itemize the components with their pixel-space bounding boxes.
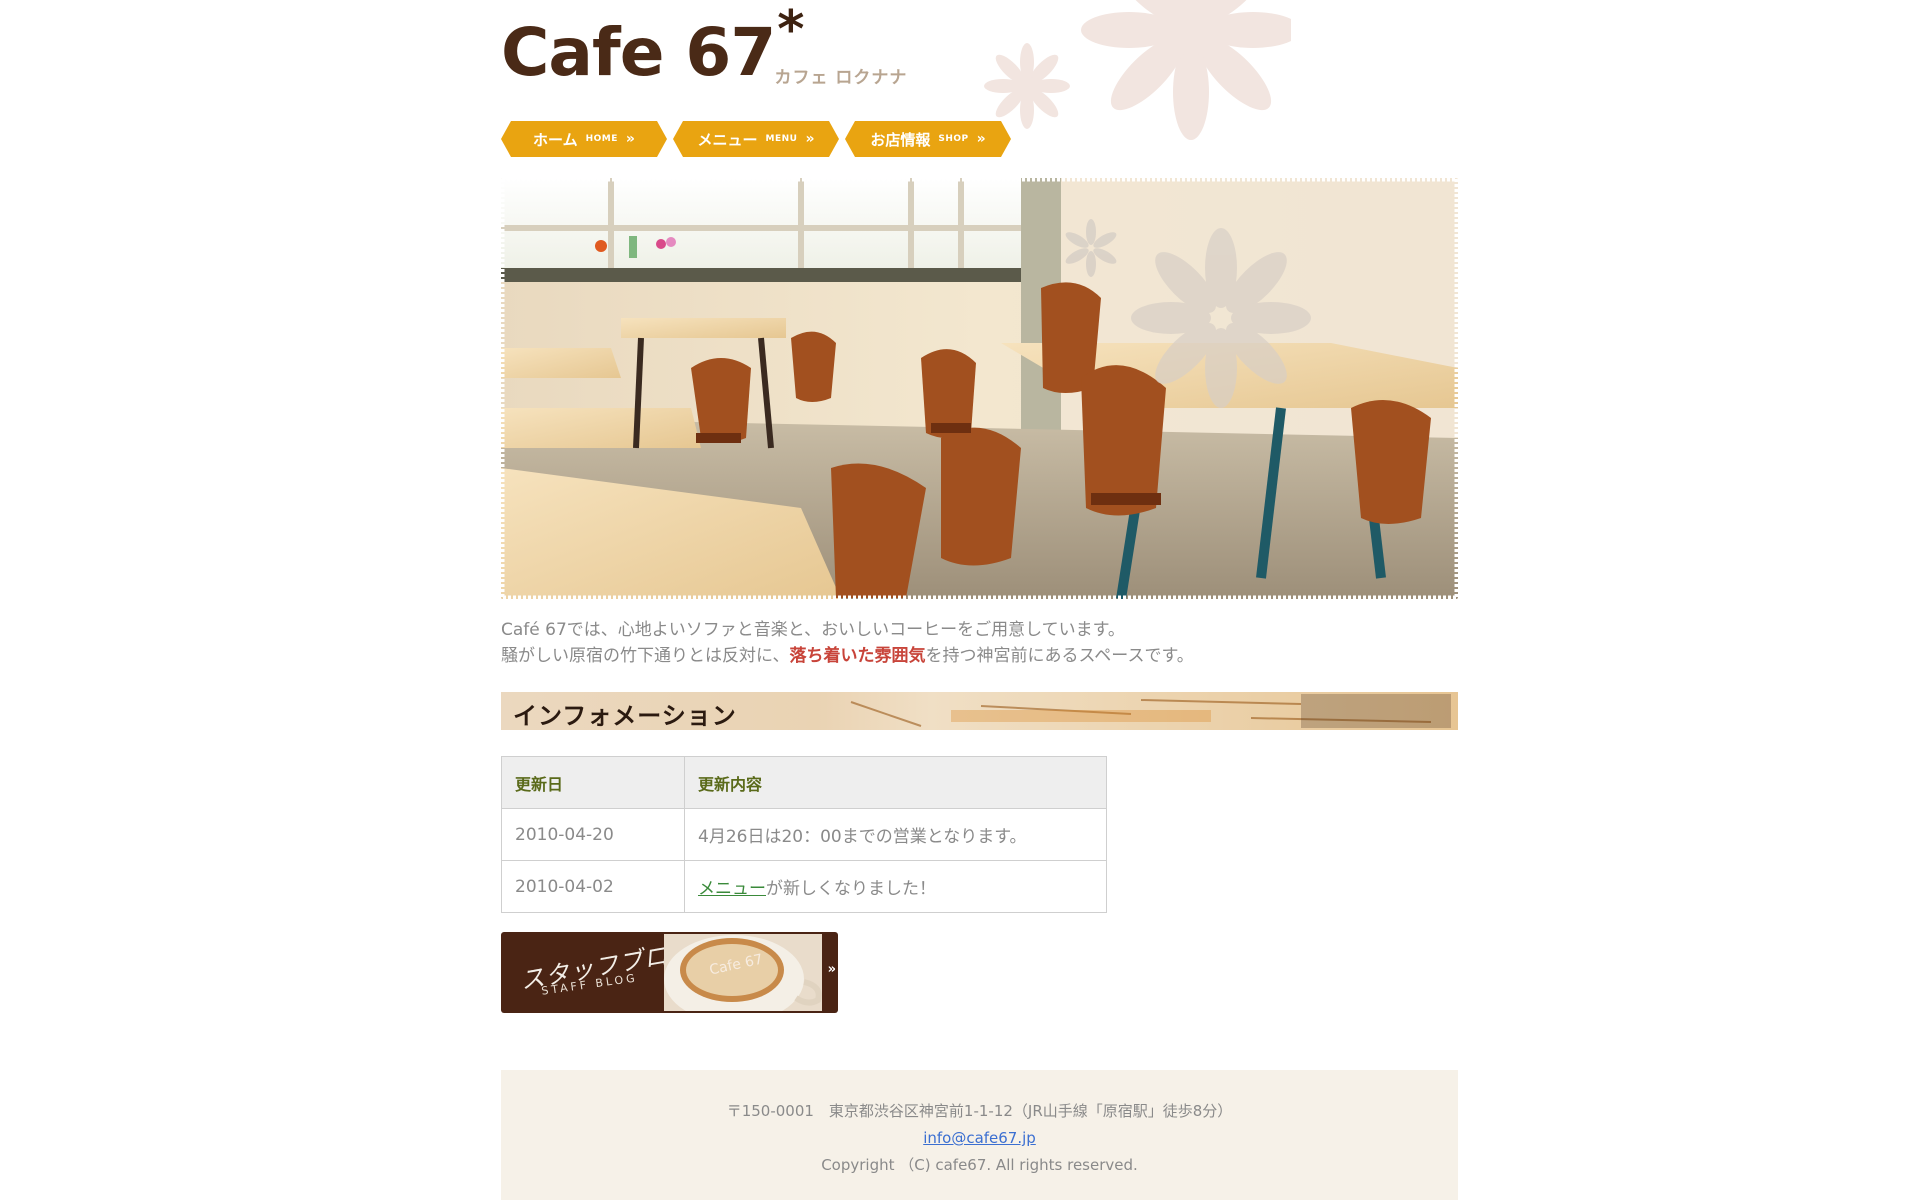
row-content: メニューが新しくなりました！	[684, 860, 1107, 913]
intro-line-2-start: 騒がしい原宿の竹下通りとは反対に、	[501, 646, 790, 666]
header-content: 更新内容	[684, 756, 1107, 809]
footer-address: 〒150-0001 東京都渋谷区神宮前1-1-12（JR山手線「原宿駅」徒歩8分…	[726, 1102, 1233, 1120]
row-content: 4月26日は20：00までの営業となります。	[684, 808, 1107, 861]
nav-home-button[interactable]: ホーム HOME »	[501, 121, 667, 157]
intro-text: Café 67では、心地よいソファと音楽と、おいしいコーヒーをご用意しています。…	[501, 617, 1458, 669]
header: Cafe 67 * カフェ ロクナナ ホーム HOME » メニュー MENU …	[501, 0, 1458, 170]
nav-shop-label-en: SHOP	[938, 134, 969, 144]
intro-line-2: 騒がしい原宿の竹下通りとは反対に、落ち着いた雰囲気を持つ神宮前にあるスペースです…	[501, 643, 1458, 669]
nav-menu-label-en: MENU	[765, 134, 798, 144]
logo[interactable]: Cafe 67 * カフェ ロクナナ	[501, 4, 908, 91]
footer: 〒150-0001 東京都渋谷区神宮前1-1-12（JR山手線「原宿駅」徒歩8分…	[501, 1070, 1458, 1200]
latte-cup-icon: Cafe 67	[664, 934, 822, 1011]
hero-image	[501, 178, 1458, 599]
double-chevron-right-icon: »	[805, 131, 815, 147]
intro-line-2-end: を持つ神宮前にあるスペースです。	[925, 646, 1194, 666]
nav-shop-label: お店情報	[870, 130, 931, 149]
table-header-row: 更新日 更新内容	[501, 756, 1107, 809]
information-heading: インフォメーション	[501, 692, 1458, 730]
header-date: 更新日	[501, 756, 685, 809]
double-chevron-right-icon: »	[625, 131, 635, 147]
row-content-text: が新しくなりました！	[766, 879, 936, 899]
double-chevron-right-icon: »	[827, 962, 836, 977]
information-table: 更新日 更新内容 2010-04-20 4月26日は20：00までの営業となりま…	[501, 756, 1107, 913]
nav-shop-button[interactable]: お店情報 SHOP »	[845, 121, 1011, 157]
footer-copyright: Copyright （C) cafe67. All rights reserve…	[821, 1156, 1138, 1174]
table-row: 2010-04-20 4月26日は20：00までの営業となります。	[501, 808, 1107, 861]
latte-photo: Cafe 67	[664, 934, 822, 1011]
menu-link[interactable]: メニュー	[698, 879, 766, 899]
main-nav: ホーム HOME » メニュー MENU » お店情報 SHOP »	[501, 121, 1011, 157]
intro-accent: 落ち着いた雰囲気	[789, 646, 926, 666]
cafe-interior-photo	[501, 178, 1458, 599]
table-row: 2010-04-02 メニューが新しくなりました！	[501, 860, 1107, 913]
information-title: インフォメーション	[513, 702, 737, 730]
flower-decoration-icon	[984, 0, 1291, 140]
logo-subtitle: カフェ ロクナナ	[774, 68, 908, 88]
staff-blog-banner[interactable]: スタッフブログ STAFF BLOG Cafe 67 »	[501, 932, 838, 1013]
row-date: 2010-04-20	[501, 808, 685, 861]
footer-email-link[interactable]: info@cafe67.jp	[923, 1129, 1036, 1147]
row-date: 2010-04-02	[501, 860, 685, 913]
wood-texture-decoration	[850, 694, 1451, 728]
intro-line-1: Café 67では、心地よいソファと音楽と、おいしいコーヒーをご用意しています。	[501, 620, 1125, 640]
logo-asterisk: *	[777, 0, 805, 60]
logo-text: Cafe 67	[501, 14, 776, 91]
page: Cafe 67 * カフェ ロクナナ ホーム HOME » メニュー MENU …	[501, 0, 1458, 1200]
nav-home-label-en: HOME	[585, 134, 618, 144]
double-chevron-right-icon: »	[976, 131, 986, 147]
nav-home-label: ホーム	[533, 130, 578, 149]
nav-menu-label: メニュー	[697, 130, 758, 149]
nav-menu-button[interactable]: メニュー MENU »	[673, 121, 839, 157]
